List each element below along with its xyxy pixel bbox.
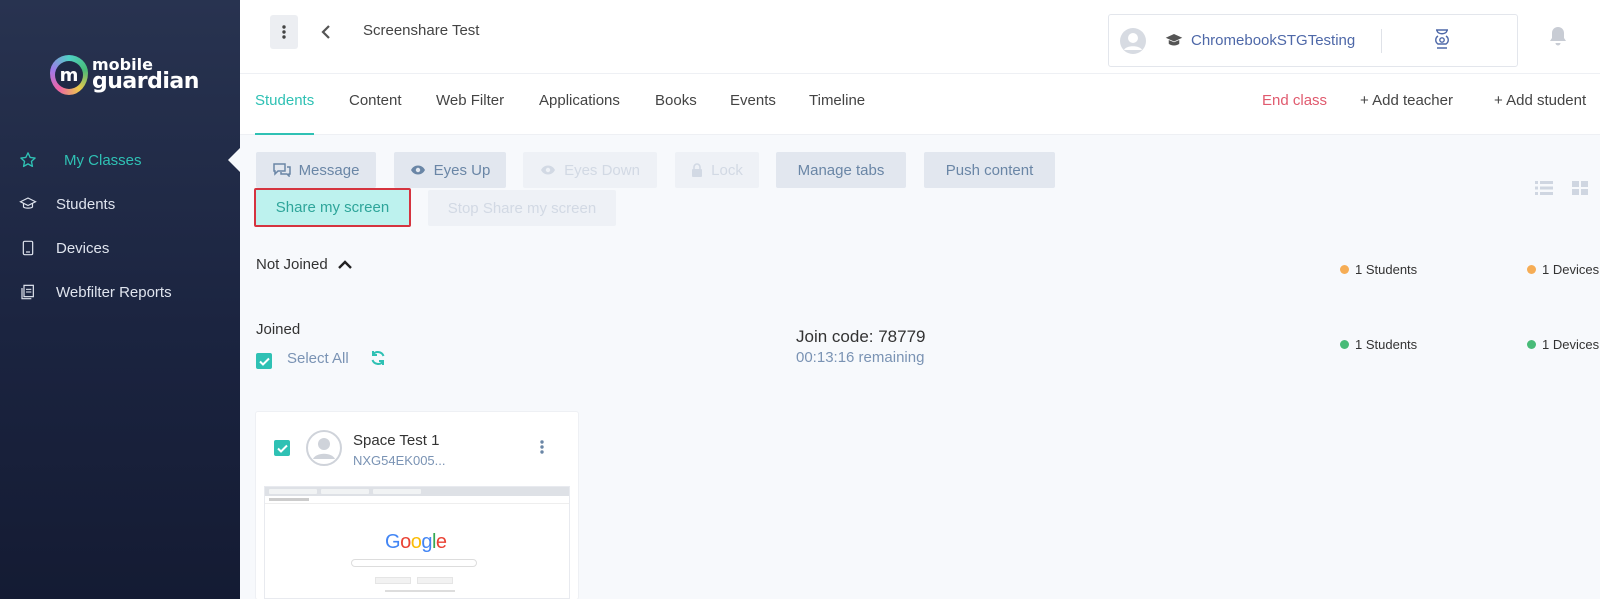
sidebar-item-my-classes[interactable]: My Classes [0, 138, 240, 182]
class-title: Screenshare Test [363, 22, 480, 39]
tab-students[interactable]: Students [255, 92, 315, 135]
sidebar-item-label: My Classes [64, 151, 142, 169]
star-icon [18, 150, 38, 170]
avatar-icon [1119, 27, 1147, 60]
class-tabs-bar: Students Content Web Filter Applications… [240, 74, 1600, 135]
sidebar-item-webfilter-reports[interactable]: Webfilter Reports [0, 270, 240, 314]
notifications-bell-icon[interactable] [1549, 26, 1567, 51]
not-joined-label: Not Joined [256, 256, 328, 273]
top-bar: Screenshare Test ChromebookSTGTesting [240, 0, 1600, 74]
device-icon [18, 238, 38, 258]
select-all-label[interactable]: Select All [287, 350, 349, 367]
eyes-down-button[interactable]: Eyes Down [523, 152, 657, 188]
add-student-button[interactable]: + Add student [1494, 92, 1586, 109]
report-icon [18, 282, 38, 302]
thumbnail-footer-text [385, 590, 455, 592]
student-card[interactable]: Space Test 1 NXG54EK005... Google [256, 412, 578, 599]
student-device-id: NXG54EK005... [353, 453, 446, 468]
lock-button[interactable]: Lock [675, 152, 759, 188]
student-screen-thumbnail[interactable]: Google [264, 486, 570, 599]
sidebar-item-label: Devices [56, 239, 110, 257]
join-code: Join code: 78779 [796, 327, 926, 346]
select-all-checkbox[interactable] [256, 353, 272, 369]
tab-events[interactable]: Events [730, 92, 776, 135]
student-checkbox[interactable] [274, 440, 290, 456]
joined-students-count: 1 Students [1340, 337, 1417, 352]
status-dot [1340, 340, 1349, 349]
share-my-screen-button[interactable]: Share my screen [254, 188, 411, 227]
eye-icon [410, 164, 426, 176]
tab-web-filter[interactable]: Web Filter [436, 92, 504, 135]
eye-icon [540, 164, 556, 176]
time-remaining: 00:13:16 remaining [796, 349, 925, 366]
tab-content[interactable]: Content [349, 92, 402, 135]
student-options-kebab-icon[interactable] [540, 440, 544, 459]
sidebar-nav: My Classes Students Devices Webfilter Re… [0, 138, 240, 314]
tab-applications[interactable]: Applications [539, 92, 620, 135]
student-name: Space Test 1 [353, 432, 440, 449]
user-account-box[interactable]: ChromebookSTGTesting [1108, 14, 1518, 67]
check-icon [258, 357, 270, 366]
logo-mark: m [50, 55, 88, 95]
chevron-up-icon [338, 260, 352, 269]
thumbnail-address-bar [265, 496, 569, 504]
stop-share-screen-button[interactable]: Stop Share my screen [428, 190, 616, 226]
graduation-cap-icon [18, 194, 38, 214]
sidebar-item-devices[interactable]: Devices [0, 226, 240, 270]
joined-label: Joined [256, 321, 301, 338]
eyes-up-button[interactable]: Eyes Up [394, 152, 506, 188]
logo-letter: m [55, 61, 83, 89]
user-name[interactable]: ChromebookSTGTesting [1191, 32, 1355, 49]
sidebar-item-students[interactable]: Students [0, 182, 240, 226]
divider [1381, 29, 1382, 53]
more-options-button[interactable] [270, 15, 298, 49]
push-content-button[interactable]: Push content [924, 152, 1055, 188]
list-view-icon[interactable] [1535, 181, 1553, 200]
check-icon [276, 444, 288, 453]
mobile-guardian-logo[interactable]: m mobile guardian [50, 55, 199, 95]
status-dot [1527, 265, 1536, 274]
logo-text: mobile guardian [92, 56, 199, 95]
chevron-left-icon [321, 25, 330, 39]
thumbnail-google-logo: Google [385, 531, 447, 553]
sidebar: m mobile guardian My Classes Students De… [0, 0, 240, 599]
refresh-icon[interactable] [370, 350, 386, 371]
lock-icon [691, 163, 703, 177]
not-joined-devices-count: 1 Devices [1527, 262, 1599, 277]
students-count-label: 1 Students [1355, 337, 1418, 352]
grid-view-icon[interactable] [1572, 181, 1588, 200]
eyes-up-label: Eyes Up [433, 161, 491, 179]
sidebar-item-label: Webfilter Reports [56, 283, 172, 301]
end-class-button[interactable]: End class [1262, 92, 1327, 109]
not-joined-toggle[interactable]: Not Joined [256, 256, 352, 273]
sidebar-item-label: Students [56, 195, 116, 213]
students-count-label: 1 Students [1355, 262, 1418, 277]
student-avatar-icon [306, 430, 342, 471]
teacher-icon[interactable] [1432, 27, 1452, 58]
message-button[interactable]: Message [256, 152, 376, 188]
joined-devices-count: 1 Devices [1527, 337, 1599, 352]
devices-count-label: 1 Devices [1542, 337, 1600, 352]
thumbnail-browser-tabs [265, 487, 569, 496]
chat-icon [272, 163, 291, 177]
thumbnail-search-buttons [375, 577, 453, 584]
add-teacher-button[interactable]: + Add teacher [1360, 92, 1453, 109]
tab-timeline[interactable]: Timeline [809, 92, 865, 135]
kebab-icon [282, 25, 286, 39]
not-joined-students-count: 1 Students [1340, 262, 1417, 277]
eyes-down-label: Eyes Down [564, 161, 640, 179]
graduation-cap-icon [1165, 32, 1183, 53]
tab-books[interactable]: Books [655, 92, 697, 135]
back-button[interactable] [316, 20, 336, 44]
message-label: Message [298, 161, 360, 179]
logo-line2: guardian [92, 69, 199, 95]
thumbnail-search-box [351, 559, 477, 567]
status-dot [1340, 265, 1349, 274]
devices-count-label: 1 Devices [1542, 262, 1600, 277]
status-dot [1527, 340, 1536, 349]
manage-tabs-button[interactable]: Manage tabs [776, 152, 906, 188]
lock-label: Lock [711, 161, 743, 179]
